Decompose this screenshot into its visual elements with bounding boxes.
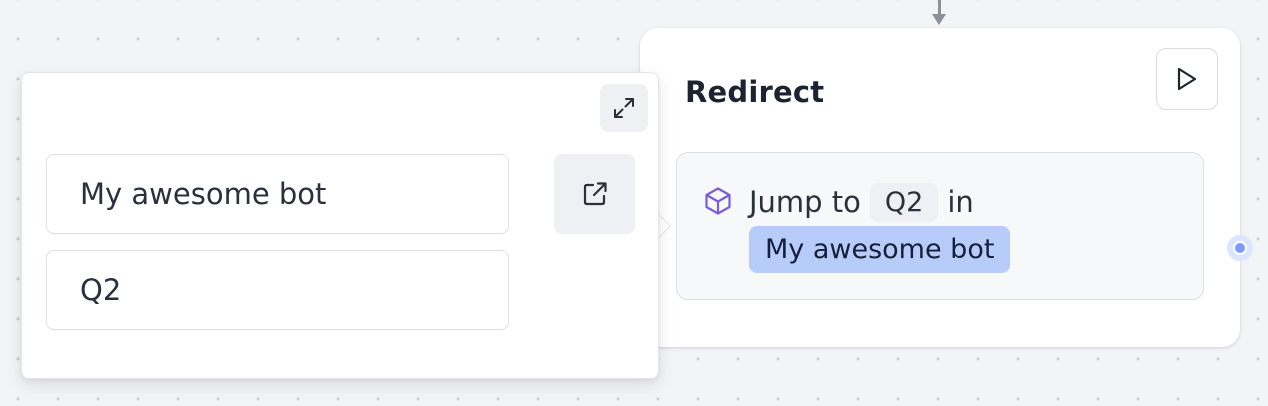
- group-select-input[interactable]: [46, 250, 509, 330]
- run-block-button[interactable]: [1156, 48, 1218, 110]
- bot-chip: My awesome bot: [749, 226, 1011, 273]
- group-chip: Q2: [869, 182, 939, 222]
- block-title: Redirect: [685, 75, 825, 109]
- step-summary: Jump to Q2 in: [749, 178, 974, 226]
- redirect-step[interactable]: Jump to Q2 in My awesome bot: [676, 152, 1204, 300]
- bot-select-input[interactable]: [46, 154, 509, 234]
- step-prefix-text: Jump to: [749, 185, 861, 219]
- expand-button[interactable]: [600, 84, 648, 132]
- expand-icon: [614, 98, 634, 118]
- output-handle-dot: [1233, 241, 1247, 255]
- incoming-edge-arrow-icon: [932, 14, 946, 25]
- output-handle[interactable]: [1227, 235, 1253, 261]
- redirect-settings-popover: [21, 72, 659, 379]
- step-connector-text: in: [947, 185, 974, 219]
- external-link-icon: [583, 182, 607, 206]
- cube-icon: [705, 187, 731, 215]
- open-bot-button[interactable]: [554, 154, 635, 234]
- play-icon: [1177, 67, 1197, 91]
- redirect-block[interactable]: Redirect Jump to Q2 in My awesome bot: [640, 28, 1240, 347]
